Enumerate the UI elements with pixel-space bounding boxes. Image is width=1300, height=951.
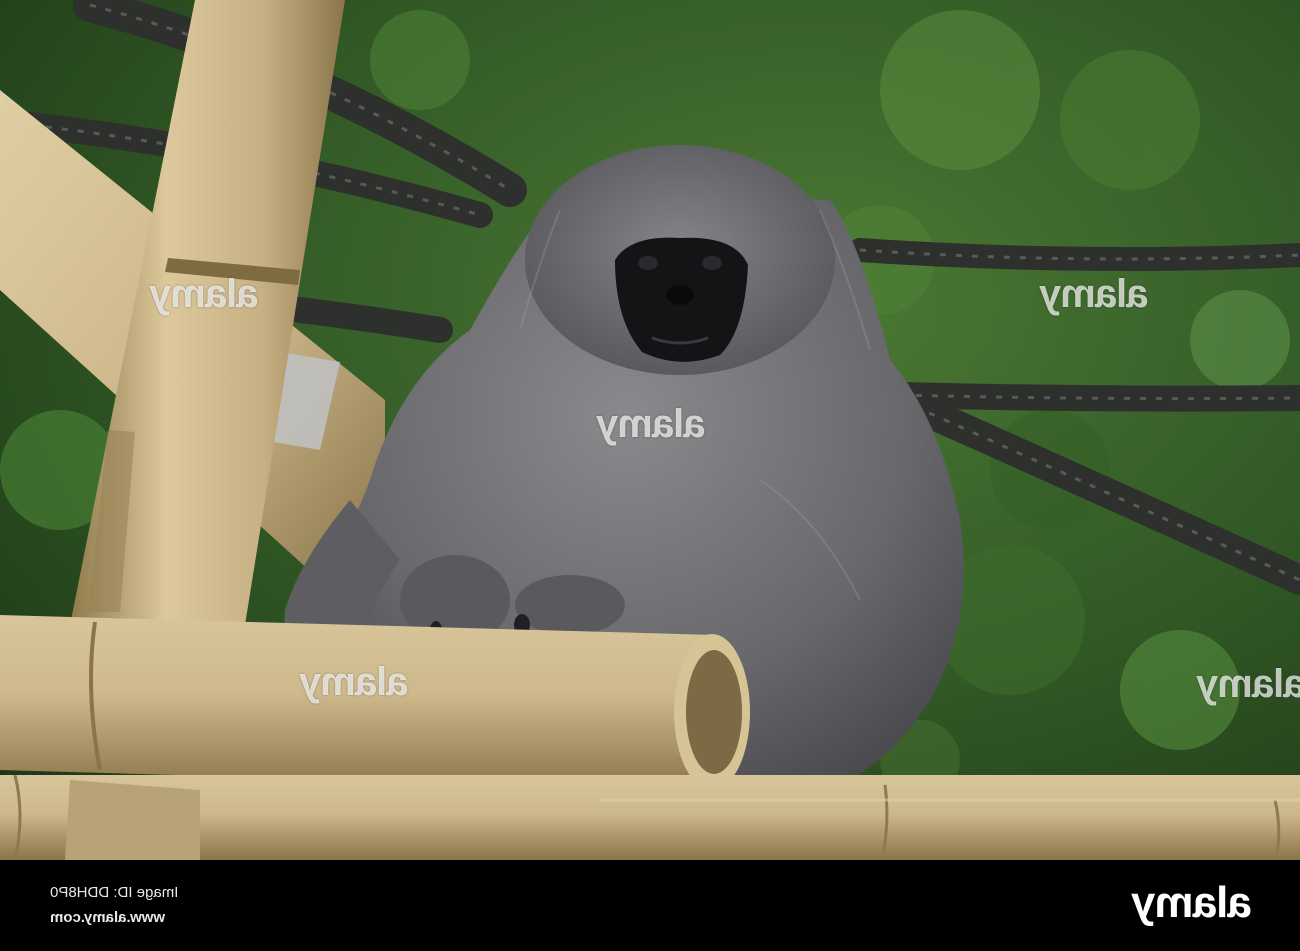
photo: alamy alamy alamy alamy alamy <box>0 0 1300 860</box>
gibbon-photo-image <box>0 0 1300 860</box>
footer-bar: Image ID: DDH8P0 www.alamy.com alamy <box>0 860 1300 951</box>
image-id-label: Image ID: DDH8P0 <box>50 884 179 901</box>
site-url-label: www.alamy.com <box>50 909 166 926</box>
alamy-logo: alamy <box>1132 878 1252 927</box>
